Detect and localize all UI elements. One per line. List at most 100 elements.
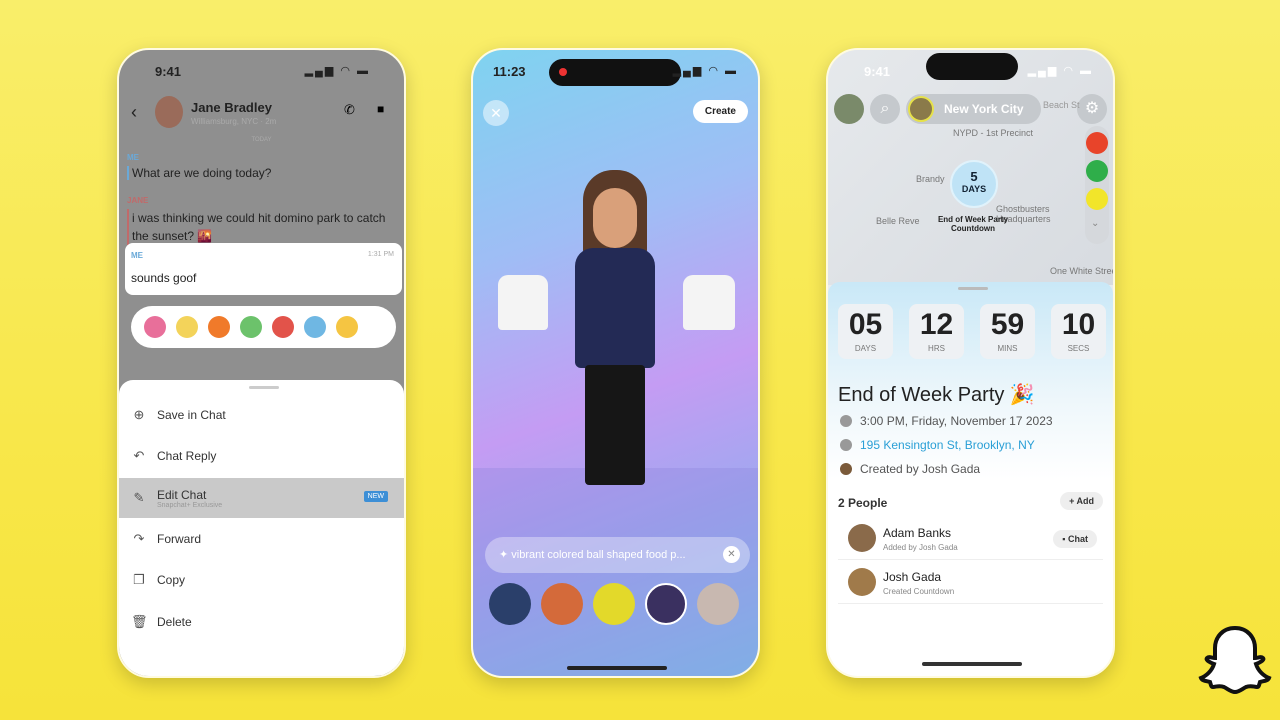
- status-icons: ▂▄▆ ◠ ▬: [1027, 65, 1093, 77]
- pattern-option[interactable]: [541, 583, 583, 625]
- map-sidebar: ⌄: [1085, 126, 1109, 244]
- search-icon[interactable]: ⌕: [870, 94, 900, 124]
- status-time: 9:41: [864, 64, 891, 79]
- chat-button[interactable]: ▪ Chat: [1053, 530, 1097, 548]
- sparkle-icon: ✦: [499, 549, 512, 561]
- pin-number: 5: [970, 169, 978, 184]
- gear-icon[interactable]: ⚙: [1077, 94, 1107, 124]
- menu-copy[interactable]: ❐ Copy: [119, 560, 404, 600]
- map-label: NYPD - 1st Precinct: [953, 128, 1034, 138]
- event-title: End of Week Party 🎉: [838, 384, 1035, 406]
- menu-chat-reply[interactable]: ↶ Chat Reply: [119, 436, 404, 476]
- pattern-option-selected[interactable]: [645, 583, 687, 625]
- snapchat-logo-icon: [1198, 625, 1272, 695]
- hoodie-zip-option[interactable]: [683, 275, 735, 330]
- event-location[interactable]: 195 Kensington St, Brooklyn, NY: [840, 438, 1035, 452]
- phone-icon[interactable]: ✆: [344, 102, 355, 118]
- reaction-thumbs[interactable]: [240, 316, 262, 338]
- map-phone: 9:41 ▂▄▆ ◠ ▬ ⌕ New York City ⚙ NYPD - 1s…: [826, 48, 1115, 678]
- city-name: New York City: [944, 102, 1024, 116]
- menu-label: Save in Chat: [157, 408, 226, 422]
- pattern-option[interactable]: [489, 583, 531, 625]
- avatar[interactable]: [155, 96, 183, 128]
- hoodie-white-option[interactable]: [498, 275, 548, 330]
- chevron-down-icon[interactable]: ⌄: [1091, 218, 1099, 229]
- status-time: 9:41: [155, 64, 182, 79]
- menu-forward[interactable]: ↷ Forward: [119, 519, 404, 559]
- close-icon[interactable]: ✕: [483, 100, 509, 126]
- map-label: One White Street: [1050, 266, 1115, 276]
- contact-subtitle: Williamsburg, NYC · 2m: [191, 117, 277, 126]
- home-indicator: [922, 662, 1022, 666]
- countdown-minutes: 59 MINS: [980, 304, 1035, 359]
- event-creator: Created by Josh Gada: [840, 462, 980, 476]
- countdown-hours: 12 HRS: [909, 304, 964, 359]
- memories-icon[interactable]: [1086, 188, 1108, 210]
- menu-label: Edit Chat: [157, 487, 207, 502]
- video-icon[interactable]: ■: [377, 102, 384, 116]
- action-sheet: ⊕ Save in Chat ↶ Chat Reply ✎ Edit Chat Sna…: [119, 380, 404, 676]
- map-label: Brandy: [916, 174, 945, 184]
- city-icon: [908, 96, 934, 122]
- clear-icon[interactable]: ✕: [723, 546, 740, 563]
- map-label: Belle Reve: [876, 216, 920, 226]
- reaction-party[interactable]: [336, 316, 358, 338]
- forward-icon: ↷: [133, 531, 145, 546]
- menu-label: Delete: [157, 615, 192, 629]
- menu-label: Chat Reply: [157, 449, 217, 463]
- event-time: 3:00 PM, Friday, November 17 2023: [840, 414, 1053, 428]
- people-count: 2 People: [838, 496, 888, 510]
- menu-sublabel: Snapchat+ Exclusive: [157, 501, 223, 509]
- avatar: [848, 524, 876, 552]
- add-button[interactable]: + Add: [1060, 492, 1103, 510]
- menu-delete[interactable]: 🗑 Delete: [119, 602, 404, 642]
- layer-icon[interactable]: [1086, 132, 1108, 154]
- reaction-boxing[interactable]: [272, 316, 294, 338]
- pattern-option[interactable]: [593, 583, 635, 625]
- person-row[interactable]: Adam Banks Added by Josh Gada ▪ Chat: [838, 518, 1103, 560]
- countdown-timer: 05 DAYS 12 HRS 59 MINS 10 SECS: [838, 304, 1113, 359]
- countdown-sheet: 05 DAYS 12 HRS 59 MINS 10 SECS End of Week Part…: [828, 282, 1113, 676]
- trash-icon: 🗑: [131, 614, 148, 629]
- sheet-handle[interactable]: [249, 386, 279, 389]
- message[interactable]: What are we doing today?: [127, 166, 271, 180]
- reaction-bar: [131, 306, 396, 348]
- pencil-icon: ✎: [133, 490, 145, 505]
- selected-message[interactable]: ME 1:31 PM sounds goof: [125, 243, 402, 295]
- dynamic-island: [926, 53, 1018, 80]
- reply-icon: ↶: [133, 448, 145, 463]
- day-label: TODAY: [251, 137, 272, 143]
- status-time: 11:23: [493, 64, 526, 79]
- countdown-seconds: 10 SECS: [1051, 304, 1106, 359]
- bitmoji-phone: 11:23 ▂▄▆ ◠ ▬ ✕ Create ✦ vibrant colored…: [471, 48, 760, 678]
- sender-label: JANE: [127, 196, 149, 205]
- city-pill[interactable]: New York City: [906, 94, 1041, 124]
- sheet-handle[interactable]: [958, 287, 988, 290]
- clock-icon: [840, 415, 852, 427]
- reaction-cry[interactable]: [304, 316, 326, 338]
- creator-avatar: [840, 463, 852, 475]
- friends-icon[interactable]: [1086, 160, 1108, 182]
- avatar: [848, 568, 876, 596]
- reaction-heart[interactable]: [144, 316, 166, 338]
- new-badge: NEW: [363, 491, 388, 502]
- create-button[interactable]: Create: [692, 100, 748, 123]
- person-row[interactable]: Josh Gada Created Countdown: [838, 562, 1103, 604]
- status-icons: ▂▄▆ ◠ ▬: [672, 65, 738, 77]
- home-indicator: [567, 666, 667, 670]
- menu-save-in-chat[interactable]: ⊕ Save in Chat: [119, 395, 404, 435]
- countdown-days: 05 DAYS: [838, 304, 893, 359]
- reaction-fire[interactable]: [208, 316, 230, 338]
- reaction-laugh[interactable]: [176, 316, 198, 338]
- bitmoji-avatar: [575, 170, 655, 500]
- prompt-input[interactable]: ✦ vibrant colored ball shaped food p... …: [485, 537, 750, 573]
- pin-unit: DAYS: [961, 184, 987, 194]
- pattern-option[interactable]: [697, 583, 739, 625]
- message[interactable]: i was thinking we could hit domino park …: [127, 209, 397, 245]
- sender-label: ME: [131, 251, 143, 260]
- profile-avatar[interactable]: [834, 94, 864, 124]
- map-label: Beach St: [1043, 100, 1080, 110]
- menu-edit-chat[interactable]: ✎ Edit Chat Snapchat+ Exclusive NEW: [119, 478, 404, 518]
- countdown-pin[interactable]: 5 DAYS: [950, 160, 998, 208]
- back-icon[interactable]: ‹: [131, 102, 137, 123]
